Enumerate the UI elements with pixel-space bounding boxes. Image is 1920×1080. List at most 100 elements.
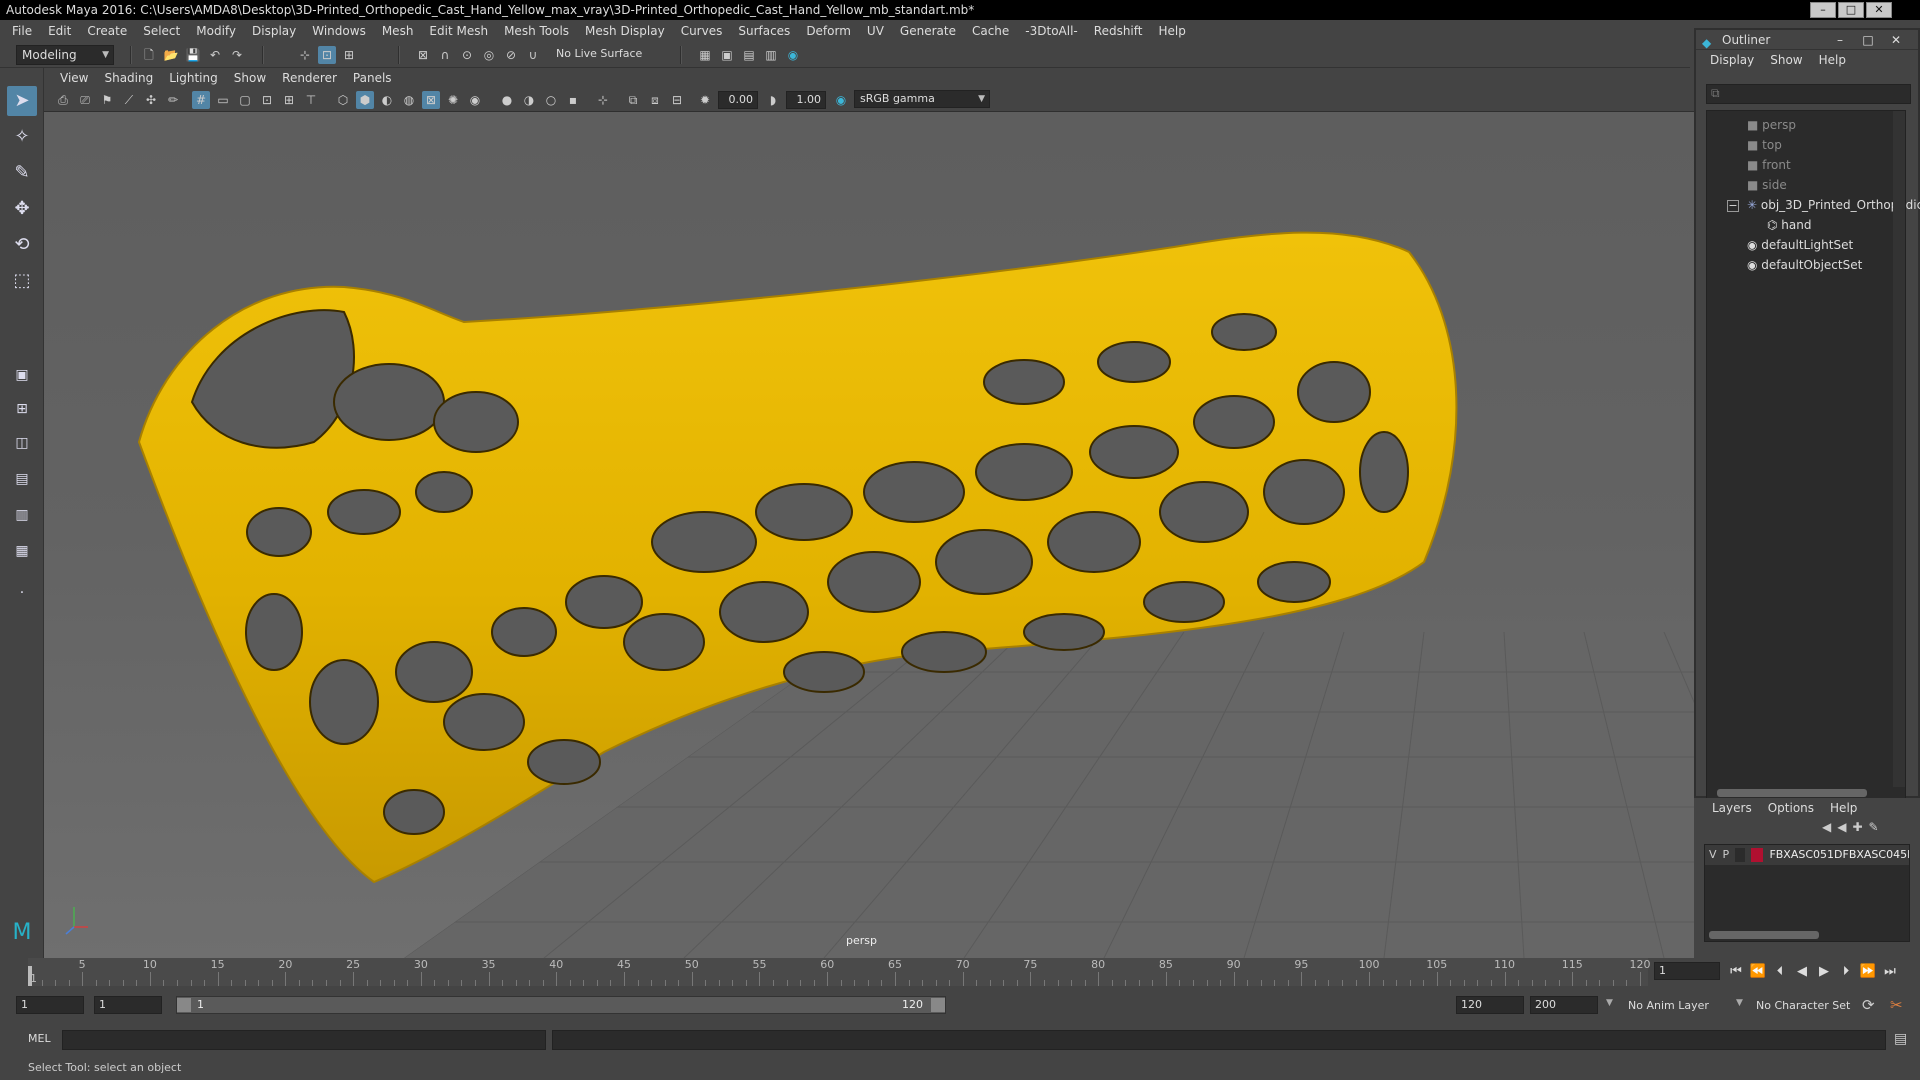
- snap-view-icon[interactable]: ◎: [480, 46, 498, 64]
- grease-pencil-icon[interactable]: ✏: [164, 91, 182, 109]
- maximize-icon[interactable]: □: [1854, 30, 1882, 50]
- ipr-render-icon[interactable]: ▤: [740, 46, 758, 64]
- snap-surface-icon[interactable]: ⊘: [502, 46, 520, 64]
- color-management-icon[interactable]: ◉: [832, 91, 850, 109]
- new-scene-icon[interactable]: 🗋: [140, 46, 158, 64]
- paint-select-tool-icon[interactable]: ✎: [7, 158, 37, 188]
- layer-menu-help[interactable]: Help: [1822, 801, 1865, 815]
- render-settings-icon[interactable]: ▦: [696, 46, 714, 64]
- menu-modify[interactable]: Modify: [188, 20, 244, 42]
- move-layer-up-icon[interactable]: ◀: [1822, 820, 1831, 834]
- menu-help[interactable]: Help: [1150, 20, 1193, 42]
- menu-select[interactable]: Select: [135, 20, 188, 42]
- lasso-tool-icon[interactable]: ✧: [7, 122, 37, 152]
- chevron-down-icon[interactable]: ▼: [1606, 998, 1613, 1008]
- layer-name[interactable]: FBXASC051DFBXASC045Print: [1769, 845, 1909, 865]
- menu-cache[interactable]: Cache: [964, 20, 1017, 42]
- snap-point-icon[interactable]: ⊙: [458, 46, 476, 64]
- minimize-icon[interactable]: –: [1826, 30, 1854, 50]
- layout-outliner-icon[interactable]: ▤: [7, 464, 37, 494]
- render-frame-icon[interactable]: ▣: [718, 46, 736, 64]
- viewport-persp[interactable]: persp: [44, 112, 1694, 958]
- mode-dropdown[interactable]: Modeling ▼: [16, 45, 114, 65]
- outliner-menu-show[interactable]: Show: [1762, 53, 1810, 67]
- outliner-item[interactable]: ■ side: [1747, 175, 1787, 195]
- outliner-item[interactable]: ■ top: [1747, 135, 1782, 155]
- menu-3dtoall[interactable]: -3DtoAll-: [1017, 20, 1085, 42]
- exposure-icon[interactable]: ✹: [696, 91, 714, 109]
- command-input[interactable]: [62, 1030, 546, 1050]
- panel-menu-view[interactable]: View: [52, 67, 96, 89]
- wireframe-on-shaded-icon[interactable]: ◍: [400, 91, 418, 109]
- outliner-horizontal-scrollbar[interactable]: [1717, 789, 1867, 797]
- layout-four-icon[interactable]: ⊞: [7, 394, 37, 424]
- move-layer-down-icon[interactable]: ◀: [1837, 820, 1846, 834]
- panel-menu-show[interactable]: Show: [226, 67, 274, 89]
- step-forward-key-icon[interactable]: ⏩: [1858, 962, 1878, 982]
- select-component-icon[interactable]: ⊞: [340, 46, 358, 64]
- exposure-field[interactable]: 0.00: [718, 91, 758, 109]
- use-all-lights-icon[interactable]: ✺: [444, 91, 462, 109]
- maximize-button[interactable]: □: [1838, 2, 1864, 18]
- layout-single-icon[interactable]: ▣: [7, 360, 37, 390]
- outliner-item[interactable]: − ✳ obj_3D_Printed_Orthopedic: [1727, 195, 1920, 215]
- layer-menu-layers[interactable]: Layers: [1704, 801, 1760, 815]
- outliner-filter-input[interactable]: ⧉: [1706, 84, 1911, 104]
- layer-color-swatch[interactable]: [1751, 848, 1764, 862]
- 2d-pan-zoom-icon[interactable]: ✣: [142, 91, 160, 109]
- rotate-tool-icon[interactable]: ⟲: [7, 230, 37, 260]
- play-backwards-icon[interactable]: ◀: [1792, 962, 1812, 982]
- resolution-gate-icon[interactable]: ▢: [236, 91, 254, 109]
- menu-surfaces[interactable]: Surfaces: [730, 20, 798, 42]
- xray-components-icon[interactable]: ⊟: [668, 91, 686, 109]
- animation-start-field[interactable]: 1: [16, 996, 84, 1014]
- step-back-key-icon[interactable]: ⏪: [1748, 962, 1768, 982]
- render-view-icon[interactable]: ▥: [762, 46, 780, 64]
- smooth-shade-icon[interactable]: ⬢: [356, 91, 374, 109]
- depth-of-field-icon[interactable]: ▪: [564, 91, 582, 109]
- playback-end-field[interactable]: 120: [1456, 996, 1524, 1014]
- panel-menu-panels[interactable]: Panels: [345, 67, 400, 89]
- outliner-vertical-scrollbar[interactable]: [1893, 111, 1905, 787]
- save-scene-icon[interactable]: 💾: [184, 46, 202, 64]
- menu-edit[interactable]: Edit: [40, 20, 79, 42]
- menu-edit-mesh[interactable]: Edit Mesh: [421, 20, 496, 42]
- outliner-menu-help[interactable]: Help: [1811, 53, 1854, 67]
- step-back-frame-icon[interactable]: ⏴: [1770, 962, 1790, 982]
- outliner-item[interactable]: ⌬ hand: [1767, 215, 1811, 235]
- minimize-button[interactable]: –: [1810, 2, 1836, 18]
- outliner-tree[interactable]: ■ persp ■ top ■ front ■ side − ✳ obj_3D_P…: [1706, 110, 1920, 800]
- select-object-icon[interactable]: ⊡: [318, 46, 336, 64]
- step-forward-frame-icon[interactable]: ⏵: [1836, 962, 1856, 982]
- default-material-icon[interactable]: ◐: [378, 91, 396, 109]
- select-tool-icon[interactable]: ➤: [7, 86, 37, 116]
- wireframe-icon[interactable]: ⬡: [334, 91, 352, 109]
- grid-toggle-icon[interactable]: #: [192, 91, 210, 109]
- film-gate-icon[interactable]: ▭: [214, 91, 232, 109]
- camera-attributes-icon[interactable]: ⎚: [76, 91, 94, 109]
- close-button[interactable]: ✕: [1866, 2, 1892, 18]
- menu-redshift[interactable]: Redshift: [1086, 20, 1151, 42]
- safe-action-icon[interactable]: ⊤: [302, 91, 320, 109]
- current-frame-field[interactable]: 1: [1654, 962, 1720, 980]
- hypershade-icon[interactable]: ◉: [784, 46, 802, 64]
- undo-icon[interactable]: ↶: [206, 46, 224, 64]
- new-layer-selected-icon[interactable]: ✎: [1869, 820, 1879, 834]
- animation-end-field[interactable]: 200: [1530, 996, 1598, 1014]
- snap-grid-icon[interactable]: ⊠: [414, 46, 432, 64]
- image-plane-icon[interactable]: ⟋: [120, 91, 138, 109]
- layer-menu-options[interactable]: Options: [1760, 801, 1822, 815]
- live-surface-label[interactable]: No Live Surface: [556, 47, 642, 60]
- outliner-item[interactable]: ■ front: [1747, 155, 1791, 175]
- anti-aliasing-icon[interactable]: ○: [542, 91, 560, 109]
- command-language-label[interactable]: MEL: [28, 1032, 51, 1045]
- gamma-field[interactable]: 1.00: [786, 91, 826, 109]
- redo-icon[interactable]: ↷: [228, 46, 246, 64]
- snap-magnet-icon[interactable]: ∪: [524, 46, 542, 64]
- panel-menu-renderer[interactable]: Renderer: [274, 67, 345, 89]
- menu-display[interactable]: Display: [244, 20, 304, 42]
- xray-joints-icon[interactable]: ⧈: [646, 91, 664, 109]
- select-hierarchy-icon[interactable]: ⊹: [296, 46, 314, 64]
- current-time-indicator[interactable]: [28, 966, 32, 986]
- layer-visibility-toggle[interactable]: V: [1709, 845, 1717, 865]
